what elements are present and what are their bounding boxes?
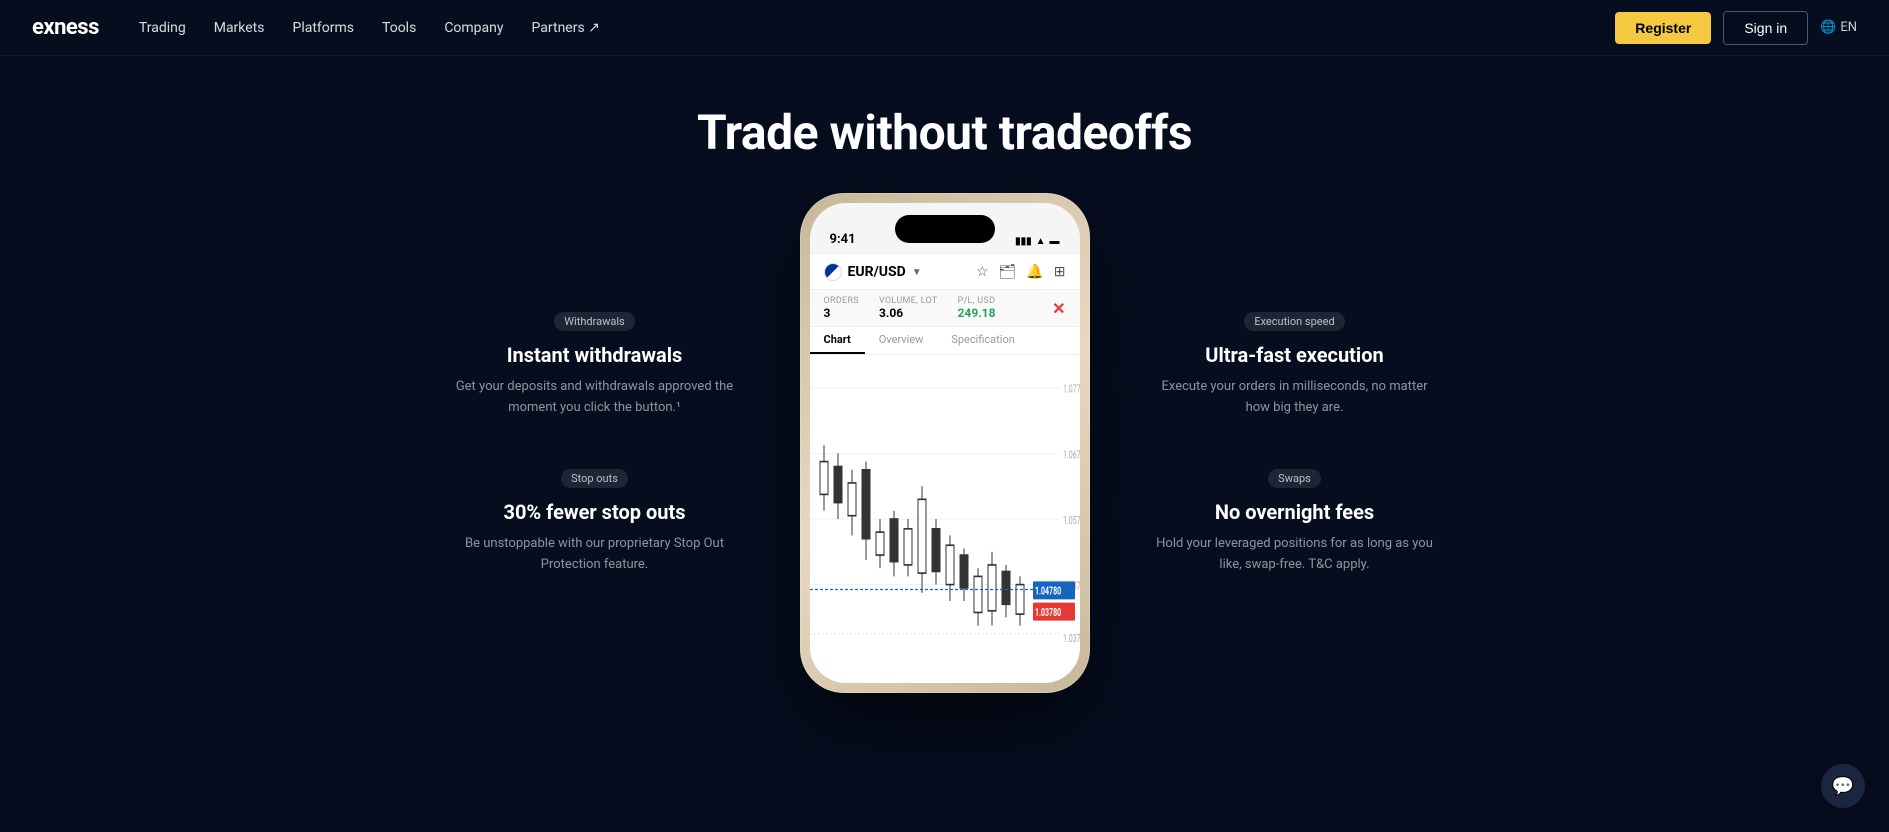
svg-text:1.04780: 1.04780 bbox=[1035, 585, 1062, 598]
feature-title-stopouts: 30% fewer stop outs bbox=[455, 500, 735, 524]
feature-execution: Execution speed Ultra-fast execution Exe… bbox=[1155, 310, 1435, 419]
status-icons: ▮▮▮ ▲ ▬ bbox=[1015, 236, 1059, 247]
badge-swaps: Swaps bbox=[1268, 469, 1321, 488]
right-features: Execution speed Ultra-fast execution Exe… bbox=[1115, 310, 1435, 575]
phone-inner: 9:41 ▮▮▮ ▲ ▬ EUR/USD bbox=[810, 203, 1080, 683]
hero-title: Trade without tradeoffs bbox=[697, 104, 1192, 161]
app-pair: EUR/USD ▼ bbox=[824, 263, 922, 281]
nav-links: Trading Markets Platforms Tools Company … bbox=[139, 20, 1615, 36]
briefcase-icon[interactable]: 🗂 bbox=[999, 264, 1017, 280]
feature-desc-withdrawals: Get your deposits and withdrawals approv… bbox=[455, 377, 735, 419]
chart-area: 1.07780 1.06780 1.05780 1.04780 1.03780 bbox=[810, 355, 1080, 683]
volume-label: VOLUME, LOT bbox=[879, 296, 938, 306]
feature-desc-stopouts: Be unstoppable with our proprietary Stop… bbox=[455, 534, 735, 576]
signal-icon: ▮▮▮ bbox=[1015, 236, 1032, 247]
app-stats: ORDERS 3 VOLUME, LOT 3.06 P/L, USD 249.1… bbox=[810, 290, 1080, 327]
left-features: Withdrawals Instant withdrawals Get your… bbox=[455, 310, 775, 575]
star-icon[interactable]: ☆ bbox=[976, 264, 989, 280]
app-action-icons: ☆ 🗂 🔔 ⊞ bbox=[976, 264, 1066, 280]
close-button[interactable]: ✕ bbox=[1052, 299, 1065, 318]
tab-specification[interactable]: Specification bbox=[937, 327, 1028, 354]
nav-item-company[interactable]: Company bbox=[444, 20, 503, 36]
feature-desc-execution: Execute your orders in milliseconds, no … bbox=[1155, 377, 1435, 419]
status-time: 9:41 bbox=[830, 232, 856, 247]
battery-icon: ▬ bbox=[1050, 236, 1060, 247]
dropdown-icon[interactable]: ▼ bbox=[912, 267, 922, 278]
feature-desc-swaps: Hold your leveraged positions for as lon… bbox=[1155, 534, 1435, 576]
globe-icon: 🌐 bbox=[1820, 20, 1836, 35]
feature-title-execution: Ultra-fast execution bbox=[1155, 343, 1435, 367]
nav-item-partners[interactable]: Partners ↗ bbox=[532, 20, 600, 36]
feature-stopouts: Stop outs 30% fewer stop outs Be unstopp… bbox=[455, 467, 735, 576]
app-header: EUR/USD ▼ ☆ 🗂 🔔 ⊞ bbox=[810, 255, 1080, 290]
chat-bubble[interactable]: 💬 bbox=[1821, 764, 1865, 808]
nav-item-trading[interactable]: Trading bbox=[139, 20, 186, 36]
pnl-label: P/L, USD bbox=[958, 296, 996, 306]
feature-withdrawals: Withdrawals Instant withdrawals Get your… bbox=[455, 310, 735, 419]
orders-value: 3 bbox=[824, 306, 831, 320]
svg-text:1.05780: 1.05780 bbox=[1063, 514, 1080, 527]
badge-withdrawals: Withdrawals bbox=[554, 312, 634, 331]
bell-icon[interactable]: 🔔 bbox=[1026, 264, 1043, 280]
volume-value: 3.06 bbox=[879, 306, 903, 320]
language-selector[interactable]: 🌐 EN bbox=[1820, 20, 1857, 35]
wifi-icon: ▲ bbox=[1036, 236, 1046, 247]
stat-volume: VOLUME, LOT 3.06 bbox=[879, 296, 938, 320]
phone-mockup: 9:41 ▮▮▮ ▲ ▬ EUR/USD bbox=[800, 193, 1090, 693]
badge-stopouts: Stop outs bbox=[561, 469, 628, 488]
chart-tabs: Chart Overview Specification bbox=[810, 327, 1080, 355]
navbar: exness Trading Markets Platforms Tools C… bbox=[0, 0, 1889, 56]
feature-swaps: Swaps No overnight fees Hold your levera… bbox=[1155, 467, 1435, 576]
dynamic-island bbox=[895, 215, 995, 243]
candlestick-chart: 1.07780 1.06780 1.05780 1.04780 1.03780 bbox=[810, 355, 1080, 683]
pair-label: EUR/USD bbox=[848, 264, 906, 280]
phone-app: EUR/USD ▼ ☆ 🗂 🔔 ⊞ bbox=[810, 255, 1080, 683]
lang-label: EN bbox=[1840, 20, 1857, 35]
svg-text:1.03780: 1.03780 bbox=[1063, 632, 1080, 645]
svg-text:1.03780: 1.03780 bbox=[1035, 606, 1062, 619]
nav-right: Register Sign in 🌐 EN bbox=[1615, 11, 1857, 45]
logo[interactable]: exness bbox=[32, 15, 99, 40]
stat-pnl: P/L, USD 249.18 bbox=[958, 296, 996, 320]
svg-text:1.06780: 1.06780 bbox=[1063, 449, 1080, 462]
tab-chart[interactable]: Chart bbox=[810, 327, 865, 354]
eur-flag bbox=[824, 263, 842, 281]
badge-execution: Execution speed bbox=[1244, 312, 1344, 331]
grid-icon[interactable]: ⊞ bbox=[1054, 264, 1066, 280]
stat-orders: ORDERS 3 bbox=[824, 296, 859, 320]
phone-container: 9:41 ▮▮▮ ▲ ▬ EUR/USD bbox=[775, 193, 1115, 693]
pnl-value: 249.18 bbox=[958, 306, 996, 320]
feature-title-swaps: No overnight fees bbox=[1155, 500, 1435, 524]
nav-item-platforms[interactable]: Platforms bbox=[293, 20, 355, 36]
feature-title-withdrawals: Instant withdrawals bbox=[455, 343, 735, 367]
register-button[interactable]: Register bbox=[1615, 12, 1711, 44]
svg-text:1.07780: 1.07780 bbox=[1063, 383, 1080, 396]
nav-item-tools[interactable]: Tools bbox=[382, 20, 416, 36]
signin-button[interactable]: Sign in bbox=[1723, 11, 1808, 45]
nav-item-markets[interactable]: Markets bbox=[214, 20, 265, 36]
chat-icon: 💬 bbox=[1832, 776, 1854, 797]
features-container: Withdrawals Instant withdrawals Get your… bbox=[245, 193, 1645, 693]
main-content: Trade without tradeoffs Withdrawals Inst… bbox=[0, 0, 1889, 832]
orders-label: ORDERS bbox=[824, 296, 859, 306]
tab-overview[interactable]: Overview bbox=[865, 327, 938, 354]
